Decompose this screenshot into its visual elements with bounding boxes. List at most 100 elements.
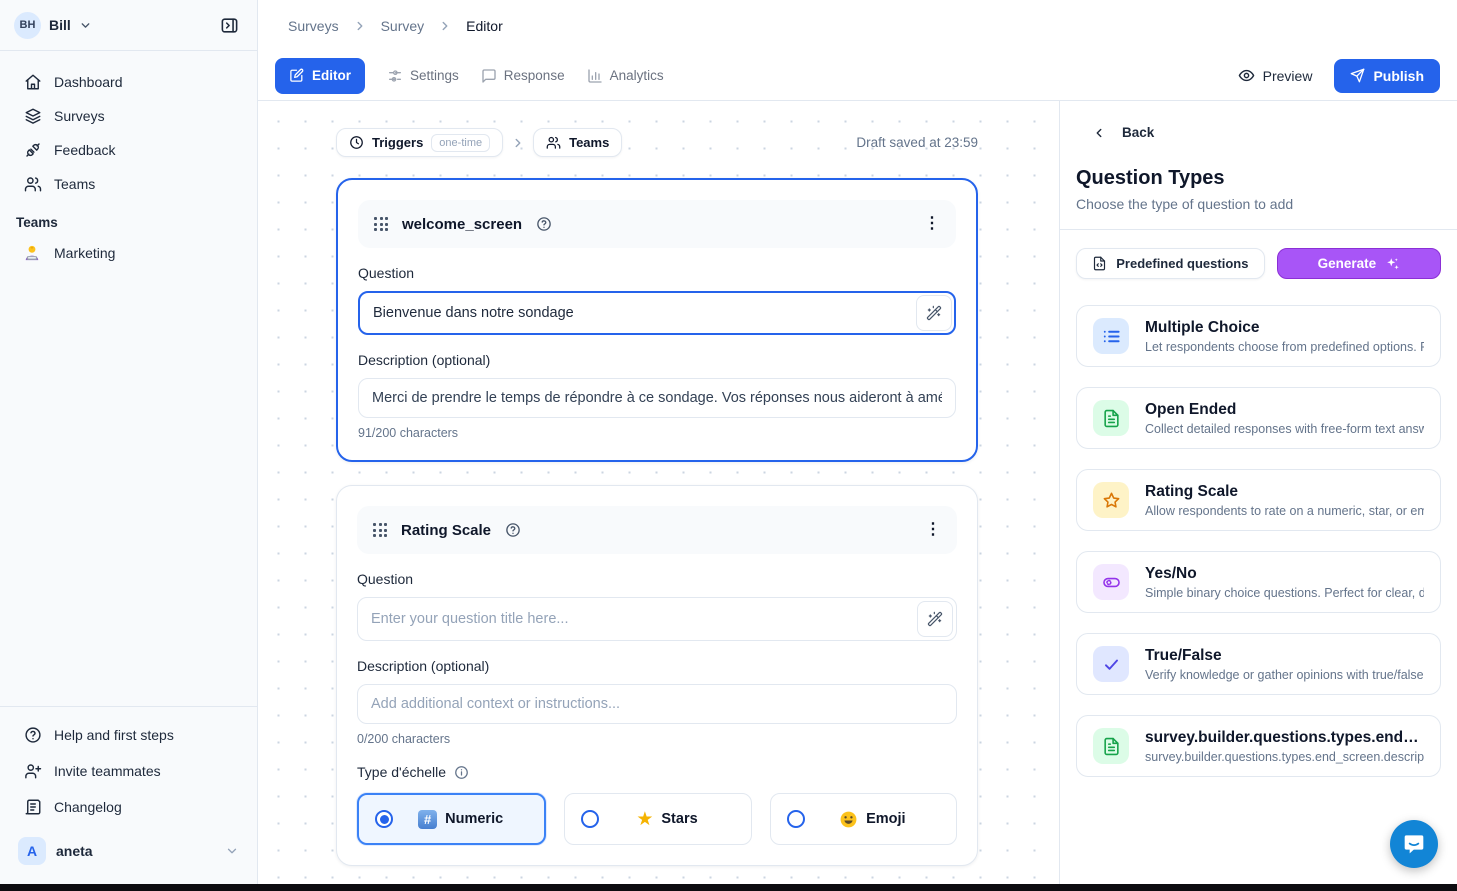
triggers-chip[interactable]: Triggers one-time	[336, 128, 503, 157]
type-card-yes-no[interactable]: Yes/No Simple binary choice questions. P…	[1076, 551, 1441, 613]
chevron-right-icon	[511, 136, 525, 150]
welcome-screen-card[interactable]: welcome_screen ⋮ Question Descr	[336, 178, 978, 462]
draft-status: Draft saved at 23:59	[856, 135, 978, 150]
radio-selected[interactable]	[375, 810, 393, 828]
chevron-right-icon	[353, 19, 367, 33]
type-title: Open Ended	[1145, 401, 1424, 419]
option-label: Numeric	[445, 811, 503, 827]
tab-label: Settings	[410, 68, 459, 83]
sidebar-item-invite[interactable]: Invite teammates	[0, 753, 257, 789]
org-avatar[interactable]: BH	[14, 12, 41, 39]
type-card-multiple-choice[interactable]: Multiple Choice Let respondents choose f…	[1076, 305, 1441, 367]
editor-toolbar: Editor Settings Response Analytics Previ…	[258, 51, 1457, 101]
breadcrumb-survey[interactable]: Survey	[381, 18, 425, 34]
type-card-true-false[interactable]: True/False Verify knowledge or gather op…	[1076, 633, 1441, 695]
chat-bubble-icon	[481, 68, 497, 84]
rating-scale-card[interactable]: Rating Scale ⋮ Question Descrip	[336, 485, 978, 866]
magic-wand-button[interactable]	[916, 295, 952, 331]
file-code-icon	[1092, 256, 1107, 271]
question-label: Question	[358, 265, 956, 281]
tab-label: Response	[504, 68, 565, 83]
type-desc: Collect detailed responses with free-for…	[1145, 422, 1424, 436]
rating-card-header[interactable]: Rating Scale ⋮	[357, 506, 957, 554]
scale-option-numeric[interactable]: # Numeric	[357, 793, 546, 845]
scale-option-stars[interactable]: ★ Stars	[564, 793, 751, 845]
sidebar-collapse-button[interactable]	[216, 12, 243, 39]
info-icon[interactable]	[454, 765, 469, 780]
question-type-list: Multiple Choice Let respondents choose f…	[1076, 305, 1441, 777]
breadcrumb-surveys[interactable]: Surveys	[288, 18, 339, 34]
account-menu[interactable]: A aneta	[10, 831, 247, 871]
type-card-end-screen[interactable]: survey.builder.questions.types.end_scr..…	[1076, 715, 1441, 777]
publish-button[interactable]: Publish	[1334, 59, 1440, 93]
chevron-down-icon[interactable]	[79, 19, 92, 32]
list-icon	[1093, 318, 1129, 354]
welcome-description-input[interactable]	[358, 378, 956, 418]
toggle-icon	[1093, 564, 1129, 600]
char-count: 91/200 characters	[358, 426, 956, 440]
radio-unselected[interactable]	[787, 810, 805, 828]
magic-wand-button[interactable]	[917, 601, 953, 637]
account-initial: A	[27, 843, 37, 859]
sidebar-item-label: Surveys	[54, 108, 105, 124]
type-title: True/False	[1145, 647, 1424, 665]
help-circle-icon[interactable]	[505, 522, 521, 538]
back-button[interactable]: Back	[1076, 125, 1441, 140]
rating-description-input[interactable]	[357, 684, 957, 724]
question-label: Question	[357, 571, 957, 587]
teams-chip[interactable]: Teams	[533, 128, 622, 157]
welcome-question-input[interactable]	[358, 291, 956, 335]
hash-keycap-icon: #	[418, 810, 437, 829]
sidebar-header: BH Bill	[0, 0, 257, 51]
layers-icon	[24, 107, 42, 125]
check-icon	[1093, 646, 1129, 682]
type-desc: Let respondents choose from predefined o…	[1145, 340, 1424, 354]
predefined-questions-label: Predefined questions	[1116, 256, 1248, 271]
generate-button[interactable]: Generate	[1277, 248, 1441, 279]
sidebar-item-surveys[interactable]: Surveys	[0, 99, 257, 133]
tab-settings[interactable]: Settings	[387, 68, 459, 84]
sparkles-icon	[1385, 256, 1400, 271]
radio-unselected[interactable]	[581, 810, 599, 828]
type-title: Multiple Choice	[1145, 319, 1424, 337]
kebab-menu-icon[interactable]: ⋮	[924, 216, 940, 232]
star-emoji-icon: ★	[636, 810, 653, 829]
welcome-card-header[interactable]: welcome_screen ⋮	[358, 200, 956, 248]
sidebar-item-help[interactable]: Help and first steps	[0, 717, 257, 753]
breadcrumb-editor: Editor	[466, 18, 503, 34]
tab-analytics[interactable]: Analytics	[587, 68, 664, 84]
sidebar-teams-header: Teams	[0, 201, 257, 236]
publish-label: Publish	[1373, 68, 1424, 84]
kebab-menu-icon[interactable]: ⋮	[925, 522, 941, 538]
chevron-left-icon	[1092, 126, 1106, 140]
rating-question-input[interactable]	[357, 597, 957, 641]
chat-support-button[interactable]	[1390, 820, 1438, 868]
tab-label: Editor	[312, 68, 351, 83]
scale-type-label: Type d'échelle	[357, 764, 446, 780]
sidebar-team-marketing[interactable]: Marketing	[0, 236, 257, 270]
help-circle-icon[interactable]	[536, 216, 552, 232]
sidebar-item-changelog[interactable]: Changelog	[0, 789, 257, 825]
predefined-questions-button[interactable]: Predefined questions	[1076, 248, 1265, 279]
drag-handle-icon[interactable]	[374, 217, 388, 231]
panel-subtitle: Choose the type of question to add	[1076, 196, 1441, 212]
sidebar-item-label: Teams	[54, 176, 95, 192]
user-plus-icon	[24, 762, 42, 780]
magic-wand-icon	[926, 305, 942, 321]
tab-response[interactable]: Response	[481, 68, 565, 84]
breadcrumb: Surveys Survey Editor	[258, 0, 1457, 51]
org-name[interactable]: Bill	[49, 17, 71, 33]
sidebar-item-dashboard[interactable]: Dashboard	[0, 65, 257, 99]
type-title: Yes/No	[1145, 565, 1424, 583]
type-card-open-ended[interactable]: Open Ended Collect detailed responses wi…	[1076, 387, 1441, 449]
type-card-rating-scale[interactable]: Rating Scale Allow respondents to rate o…	[1076, 469, 1441, 531]
sidebar-item-feedback[interactable]: Feedback	[0, 133, 257, 167]
sidebar-item-teams[interactable]: Teams	[0, 167, 257, 201]
pencil-square-icon	[289, 68, 304, 83]
scale-option-emoji[interactable]: Emoji	[770, 793, 957, 845]
drag-handle-icon[interactable]	[373, 523, 387, 537]
tab-editor[interactable]: Editor	[275, 58, 365, 94]
sidebar-item-label: Feedback	[54, 142, 115, 158]
preview-button[interactable]: Preview	[1238, 67, 1313, 84]
users-icon	[546, 135, 561, 150]
